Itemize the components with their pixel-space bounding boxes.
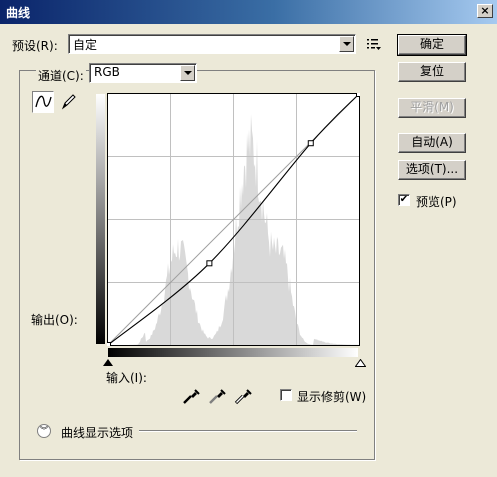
channel-value: RGB — [94, 65, 120, 79]
curve-graph[interactable] — [107, 93, 360, 346]
curve-point[interactable] — [206, 260, 213, 267]
pencil-icon — [61, 94, 76, 110]
curve-point[interactable] — [107, 342, 111, 347]
title-bar: 曲线 × — [0, 0, 497, 24]
preview-label: 预览(P) — [416, 195, 457, 209]
auto-button[interactable]: 自动(A) — [398, 133, 466, 153]
chevron-down-icon[interactable] — [180, 65, 195, 81]
preset-options-icon[interactable] — [366, 37, 382, 51]
show-clipping-label: 显示修剪(W) — [297, 390, 367, 404]
input-label: 输入(I): — [106, 371, 147, 385]
pencil-tool-button[interactable] — [58, 91, 80, 113]
preset-select[interactable]: 自定 — [68, 34, 356, 54]
output-label: 输出(O): — [31, 313, 78, 327]
gray-eyedropper-icon[interactable] — [208, 387, 226, 405]
chevron-down-icon[interactable] — [339, 36, 354, 52]
preset-value: 自定 — [73, 38, 98, 52]
window-title: 曲线 — [6, 6, 31, 20]
close-icon[interactable]: × — [477, 4, 493, 18]
curve-display-options-label[interactable]: 曲线显示选项 — [61, 424, 133, 441]
curve-point[interactable] — [307, 140, 314, 147]
channel-label: 通道(C): — [36, 67, 86, 84]
white-point-slider[interactable] — [355, 359, 366, 367]
show-clipping-checkbox[interactable] — [280, 389, 292, 401]
chevron-down-icon[interactable]: ︾ — [37, 424, 51, 438]
channel-select[interactable]: RGB — [89, 63, 197, 83]
options-button[interactable]: 选项(T)... — [398, 160, 466, 180]
black-eyedropper-icon[interactable] — [182, 387, 200, 405]
black-point-slider[interactable] — [103, 359, 113, 366]
curve-point[interactable] — [356, 93, 361, 97]
divider — [139, 430, 357, 432]
preview-checkbox[interactable]: ✔ — [398, 194, 410, 206]
ok-button[interactable]: 确定 — [397, 34, 467, 56]
input-gradient-bar — [108, 348, 358, 357]
output-gradient-bar — [96, 94, 105, 344]
curve-icon — [35, 95, 52, 108]
white-eyedropper-icon[interactable] — [234, 387, 252, 405]
smooth-button[interactable]: 平滑(M) — [398, 98, 466, 118]
curve-tool-button[interactable] — [32, 91, 54, 113]
preset-label: 预设(R): — [12, 39, 58, 53]
reset-button[interactable]: 复位 — [398, 62, 466, 82]
